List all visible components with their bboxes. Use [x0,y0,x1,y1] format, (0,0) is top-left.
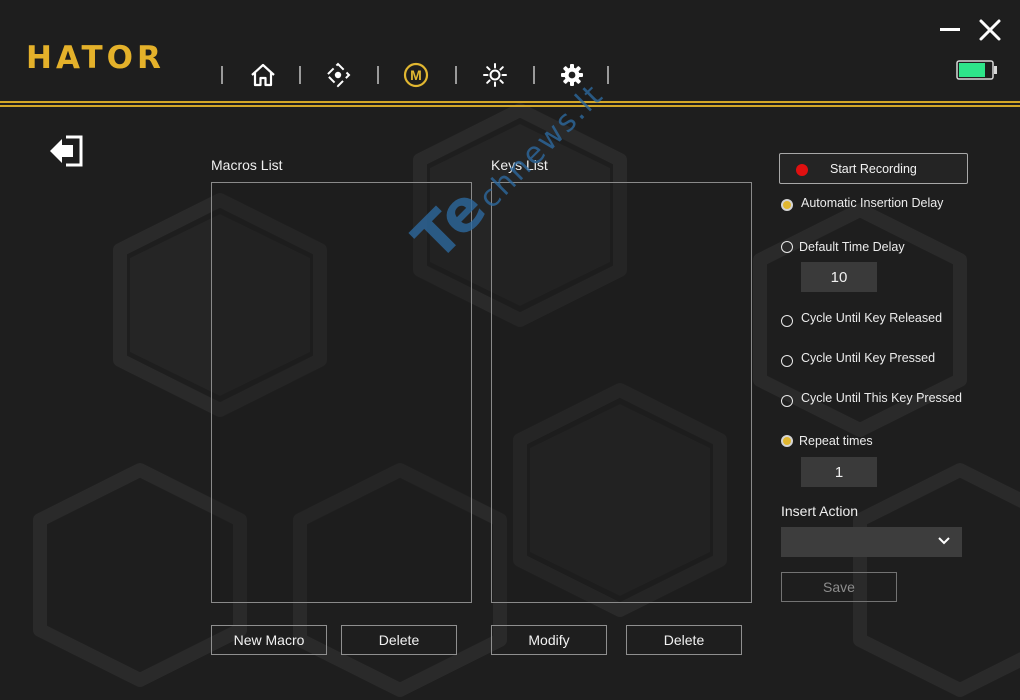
default-time-delay-input[interactable]: 10 [801,262,877,292]
automatic-insertion-delay-label[interactable]: Automatic Insertion Delay [801,196,943,210]
minimize-icon[interactable] [940,19,960,41]
keys-list-label: Keys List [491,157,548,173]
nav-separator [607,66,609,84]
nav-lighting-icon[interactable] [480,60,510,90]
cycle-until-key-pressed-radio[interactable] [781,355,793,367]
nav-separator [533,66,535,84]
repeat-times-radio[interactable] [781,435,793,447]
nav-separator [377,66,379,84]
chevron-down-icon [938,537,950,545]
macros-list-label: Macros List [211,157,283,173]
start-recording-button[interactable]: Start Recording [779,153,968,184]
nav-macro-icon[interactable]: M [401,60,431,90]
nav-gear-icon[interactable] [557,60,587,90]
cycle-until-this-key-pressed-radio[interactable] [781,395,793,407]
nav-separator [299,66,301,84]
cycle-until-key-released-label[interactable]: Cycle Until Key Released [801,311,942,325]
default-time-delay-radio[interactable] [781,241,793,253]
back-icon[interactable] [48,134,86,168]
cycle-until-key-pressed-label[interactable]: Cycle Until Key Pressed [801,351,935,365]
cycle-until-key-released-radio[interactable] [781,315,793,327]
repeat-times-input[interactable]: 1 [801,457,877,487]
insert-action-label: Insert Action [781,503,859,519]
brand-logo: HATOR [26,40,165,76]
cycle-until-this-key-pressed-label[interactable]: Cycle Until This Key Pressed [801,391,962,405]
new-macro-button[interactable]: New Macro [211,625,327,655]
save-button[interactable]: Save [781,572,897,602]
macros-list[interactable] [211,182,472,603]
start-recording-label: Start Recording [830,162,917,176]
nav-separator [221,66,223,84]
nav-dpad-icon[interactable] [323,60,353,90]
default-time-delay-label[interactable]: Default Time Delay [799,240,905,254]
close-icon[interactable] [978,18,1002,42]
insert-action-dropdown[interactable] [781,527,962,557]
header-divider [0,101,1020,107]
nav-home-icon[interactable] [248,60,278,90]
delete-macro-button[interactable]: Delete [341,625,457,655]
modify-button[interactable]: Modify [491,625,607,655]
delete-key-button[interactable]: Delete [626,625,742,655]
record-dot-icon [796,164,808,176]
battery-icon [956,60,998,80]
nav-separator [455,66,457,84]
svg-text:M: M [410,67,422,83]
keys-list[interactable] [491,182,752,603]
automatic-insertion-delay-radio[interactable] [781,199,793,211]
repeat-times-label[interactable]: Repeat times [799,434,873,448]
